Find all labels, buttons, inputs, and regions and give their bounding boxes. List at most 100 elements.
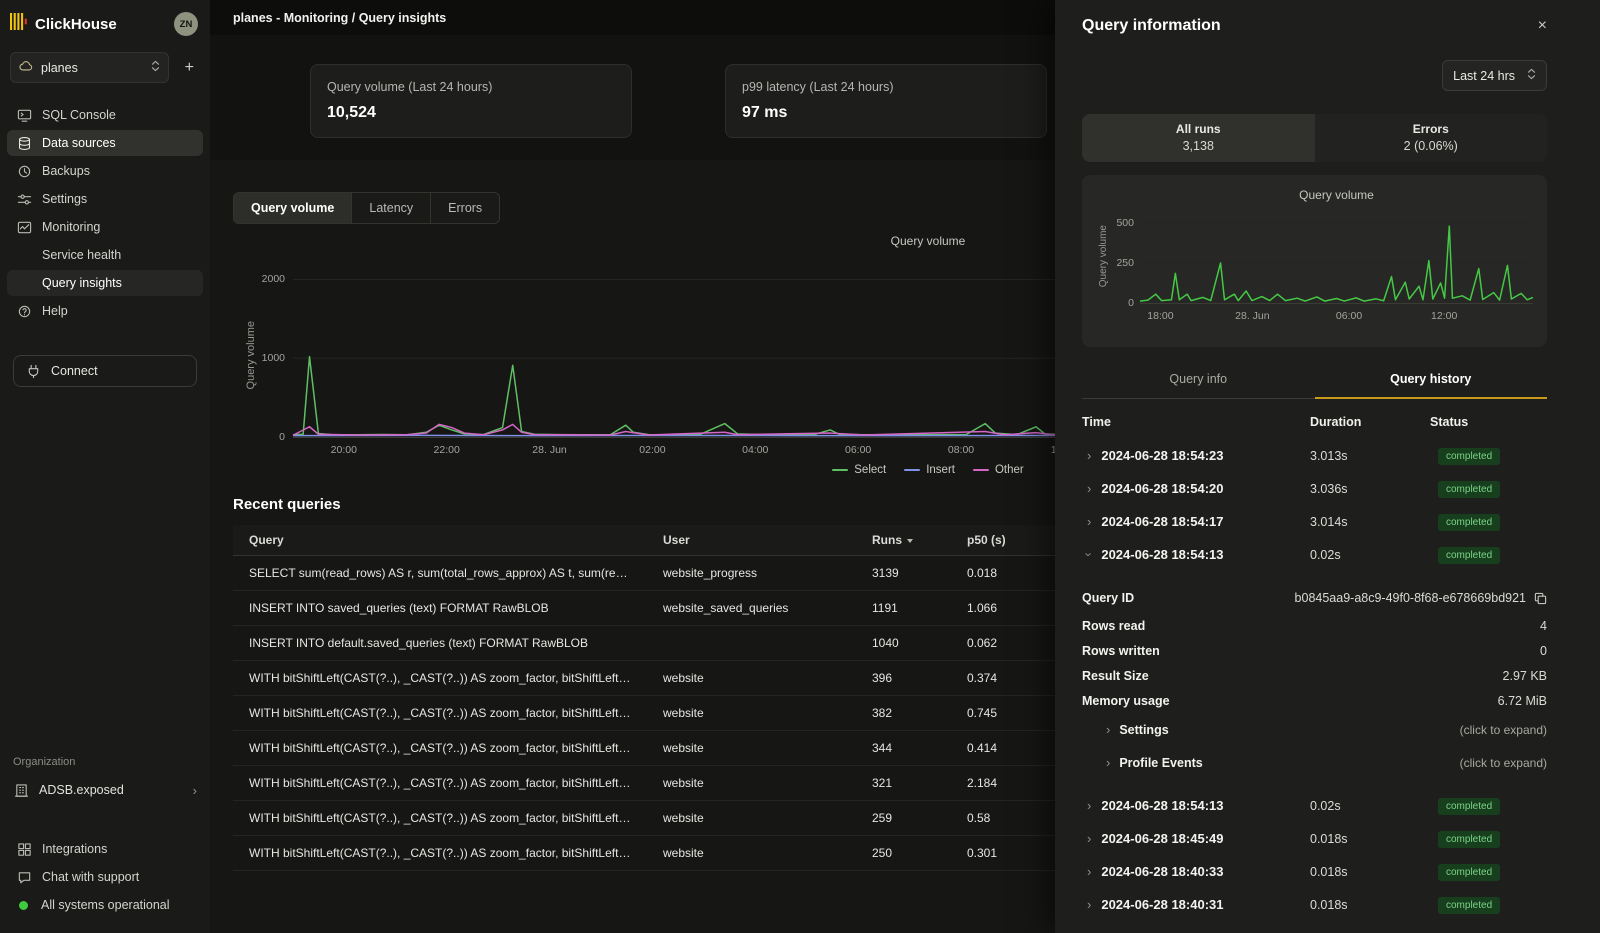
sidebar-item-label: SQL Console [42,108,116,122]
chevron-right-icon[interactable] [1087,449,1091,462]
table-row[interactable]: WITH bitShiftLeft(CAST(?..), _CAST(?..))… [233,836,1093,871]
legend-label: Other [995,464,1024,476]
table-row[interactable]: INSERT INTO default.saved_queries (text)… [233,626,1093,661]
sidebar-item-settings[interactable]: Settings [7,186,203,212]
panel-title: Query information [1082,17,1221,35]
time-range-select[interactable]: Last 24 hrs [1442,60,1547,91]
column-header-user[interactable]: User [647,525,856,556]
sidebar-item-service-health[interactable]: Service health [7,242,203,268]
user-cell: website [647,696,856,731]
runs-cell: 382 [856,696,951,731]
table-row[interactable]: INSERT INTO saved_queries (text) FORMAT … [233,591,1093,626]
panel-header: Query information × [1082,0,1547,35]
close-icon[interactable]: × [1538,18,1547,34]
table-row[interactable]: WITH bitShiftLeft(CAST(?..), _CAST(?..))… [233,661,1093,696]
legend-item[interactable]: Other [973,464,1024,476]
detail-rows-read: Rows read 4 [1082,613,1547,638]
table-row[interactable]: SELECT sum(read_rows) AS r, sum(total_ro… [233,556,1093,591]
query-information-panel: Query information × Last 24 hrs All runs… [1055,0,1600,933]
history-row[interactable]: 2024-06-28 18:54:20 3.036s completed [1082,472,1547,505]
history-duration: 3.013s [1310,449,1430,463]
history-row[interactable]: 2024-06-28 18:45:49 0.018s completed [1082,822,1547,855]
chevron-down-icon[interactable] [1083,552,1096,556]
tab-query-history[interactable]: Query history [1315,362,1548,399]
service-selector-value: planes [41,61,143,75]
settings-expandable[interactable]: Settings (click to expand) [1082,713,1547,746]
system-status-row[interactable]: All systems operational [7,892,203,918]
chevron-right-icon[interactable] [1087,832,1091,845]
organization-row[interactable]: ADSB.exposed [0,777,210,803]
y-tick-label: 500 [1116,217,1134,229]
panel-tabs: Query info Query history [1082,362,1547,399]
chevron-right-icon[interactable] [1087,515,1091,528]
status-badge: completed [1438,547,1500,564]
sidebar-item-sql-console[interactable]: SQL Console [7,102,203,128]
connect-button[interactable]: Connect [13,355,197,387]
avatar[interactable]: ZN [174,12,198,36]
summary-all-runs[interactable]: All runs 3,138 [1082,114,1315,162]
clickhouse-logo-icon[interactable] [10,13,27,35]
service-selector[interactable]: planes [10,52,169,83]
integrations-icon [16,841,32,857]
summary-errors[interactable]: Errors 2 (0.06%) [1315,114,1548,162]
history-duration: 0.02s [1310,548,1430,562]
tab-errors[interactable]: Errors [431,193,499,223]
help-icon [16,303,32,319]
chevron-right-icon[interactable] [1087,799,1091,812]
sidebar-footer: Integrations Chat with support All syste… [0,835,210,933]
legend-item[interactable]: Insert [904,464,955,476]
sidebar-item-label: Query insights [42,276,122,290]
console-icon [16,107,32,123]
add-service-button[interactable]: + [181,58,198,78]
column-header-query[interactable]: Query [233,525,647,556]
tab-query-info[interactable]: Query info [1082,362,1315,398]
user-cell [647,626,856,661]
table-row[interactable]: WITH bitShiftLeft(CAST(?..), _CAST(?..))… [233,766,1093,801]
tab-latency[interactable]: Latency [352,193,431,223]
chevron-right-icon[interactable] [1087,482,1091,495]
history-duration: 3.036s [1310,482,1430,496]
chat-bubble-icon [16,869,32,885]
copy-icon[interactable] [1534,592,1547,605]
chevron-right-icon[interactable] [1087,865,1091,878]
runs-cell: 1191 [856,591,951,626]
profile-events-expandable[interactable]: Profile Events (click to expand) [1082,746,1547,779]
sidebar-item-backups[interactable]: Backups [7,158,203,184]
user-cell: website [647,766,856,801]
tab-query-volume[interactable]: Query volume [234,193,352,223]
monitoring-icon [16,219,32,235]
summary-value: 2 (0.06%) [1315,139,1548,153]
sidebar-item-help[interactable]: Help [7,298,203,324]
history-row[interactable]: 2024-06-28 18:40:33 0.018s completed [1082,855,1547,888]
sidebar-item-monitoring[interactable]: Monitoring [7,214,203,240]
history-row[interactable]: 2024-06-28 18:54:17 3.014s completed [1082,505,1547,538]
query-cell: WITH bitShiftLeft(CAST(?..), _CAST(?..))… [233,696,647,731]
chevron-right-icon[interactable] [1087,898,1091,911]
column-header-runs[interactable]: Runs [856,525,951,556]
cloud-icon [19,59,33,76]
history-header: Time Duration Status [1082,411,1547,439]
user-cell: website [647,801,856,836]
legend-label: Insert [926,464,955,476]
brand-name: ClickHouse [35,16,166,33]
query-cell: WITH bitShiftLeft(CAST(?..), _CAST(?..))… [233,661,647,696]
table-row[interactable]: WITH bitShiftLeft(CAST(?..), _CAST(?..))… [233,801,1093,836]
sidebar-item-data-sources[interactable]: Data sources [7,130,203,156]
x-tick-label: 20:00 [331,444,357,456]
table-row[interactable]: WITH bitShiftLeft(CAST(?..), _CAST(?..))… [233,731,1093,766]
chart-plot-area: 0250500 [1140,212,1533,304]
sidebar-item-query-insights[interactable]: Query insights [7,270,203,296]
history-row-expanded[interactable]: 2024-06-28 18:54:13 0.02s completed [1082,538,1547,571]
history-row[interactable]: 2024-06-28 18:54:13 0.02s completed [1082,789,1547,822]
history-row[interactable]: 2024-06-28 18:40:31 0.018s completed [1082,888,1547,921]
sidebar-item-integrations[interactable]: Integrations [7,836,203,862]
y-tick-label: 1000 [262,352,285,364]
table-row[interactable]: WITH bitShiftLeft(CAST(?..), _CAST(?..))… [233,696,1093,731]
sidebar-item-chat-support[interactable]: Chat with support [7,864,203,890]
history-time: 2024-06-28 18:54:13 [1101,798,1223,813]
y-tick-label: 2000 [262,273,285,285]
history-row[interactable]: 2024-06-28 18:54:23 3.013s completed [1082,439,1547,472]
system-status-label: All systems operational [41,898,170,912]
history-time: 2024-06-28 18:45:49 [1101,831,1223,846]
legend-item[interactable]: Select [832,464,886,476]
